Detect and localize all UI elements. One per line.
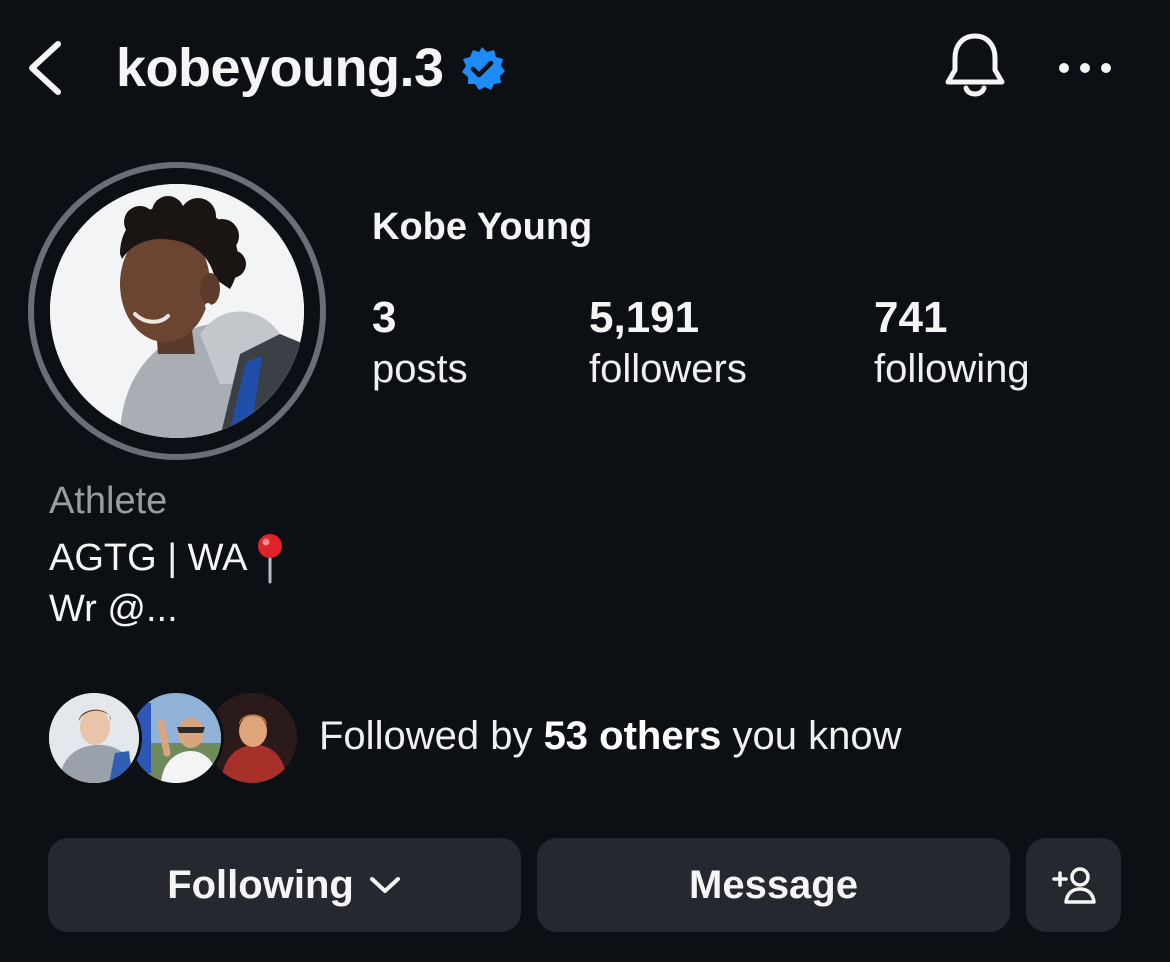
message-button-label: Message	[689, 862, 858, 907]
add-user-icon	[1051, 867, 1096, 904]
stat-followers-label: followers	[589, 347, 747, 391]
bio-line-1-text: AGTG | WA	[49, 536, 248, 579]
verified-badge-icon	[461, 47, 505, 90]
bio-line-2[interactable]: Wr @...	[49, 588, 178, 631]
stat-posts-value: 3	[372, 293, 397, 342]
full-name: Kobe Young	[372, 206, 593, 248]
following-button-label: Following	[167, 862, 354, 907]
followed-by-suffix: you know	[721, 714, 902, 758]
back-arrow-icon[interactable]	[22, 38, 70, 98]
stat-following-label: following	[874, 347, 1030, 391]
followed-by-count: 53 others	[543, 714, 722, 758]
username: kobeyoung.3	[116, 38, 444, 98]
stat-posts[interactable]: 3 posts	[372, 292, 468, 394]
chevron-down-icon	[369, 877, 400, 893]
followed-by-text[interactable]: Followed by 53 others you know	[319, 714, 902, 759]
stat-posts-label: posts	[372, 347, 468, 391]
username-header: kobeyoung.3	[116, 30, 506, 106]
stat-following-value: 741	[874, 293, 948, 342]
profile-category: Athlete	[49, 480, 168, 522]
followed-by-prefix: Followed by	[319, 714, 544, 758]
round-pushpin-icon	[258, 534, 283, 584]
following-button[interactable]: Following	[48, 838, 521, 932]
mutual-avatar[interactable]	[46, 690, 142, 786]
stat-following[interactable]: 741 following	[874, 292, 1030, 394]
bell-icon[interactable]	[942, 30, 1008, 102]
more-icon[interactable]	[1056, 50, 1114, 86]
mutual-avatar[interactable]	[128, 690, 224, 786]
suggested-users-button[interactable]	[1026, 838, 1121, 932]
bio-line-1: AGTG | WA	[49, 532, 285, 584]
stat-followers-value: 5,191	[589, 293, 700, 342]
message-button[interactable]: Message	[537, 838, 1010, 932]
profile-avatar[interactable]	[50, 184, 304, 438]
stat-followers[interactable]: 5,191 followers	[589, 292, 747, 394]
